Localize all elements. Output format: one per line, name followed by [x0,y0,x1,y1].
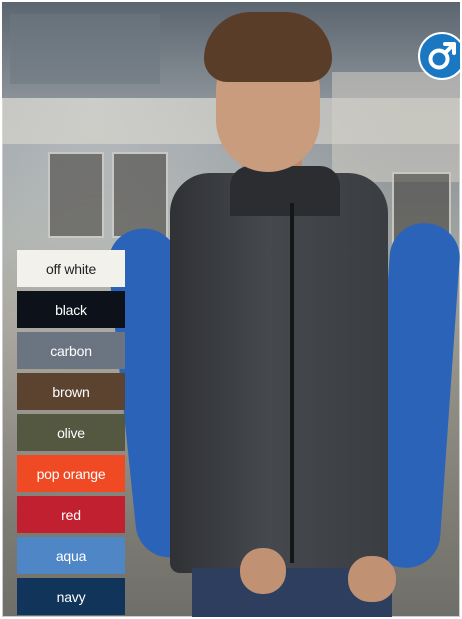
swatch-aqua[interactable]: aqua [17,537,125,574]
swatch-pop-orange[interactable]: pop orange [17,455,125,492]
softshell-vest [170,173,388,573]
male-symbol-icon [428,42,456,70]
model-hair [204,12,332,82]
color-swatch-list: off white black carbon brown olive pop o… [17,250,125,617]
swatch-red[interactable]: red [17,496,125,533]
hand-left [240,548,286,594]
model-wearing-vest [104,8,460,617]
swatch-brown[interactable]: brown [17,373,125,410]
swatch-olive[interactable]: olive [17,414,125,451]
swatch-navy[interactable]: navy [17,578,125,615]
product-photo-frame: off white black carbon brown olive pop o… [0,0,462,619]
vest-zipper [290,203,294,563]
vest-collar [230,166,340,216]
background-window [48,152,104,238]
hand-right [348,556,396,602]
male-badge [418,32,460,80]
swatch-black[interactable]: black [17,291,125,328]
swatch-off-white[interactable]: off white [17,250,125,287]
swatch-carbon[interactable]: carbon [17,332,125,369]
